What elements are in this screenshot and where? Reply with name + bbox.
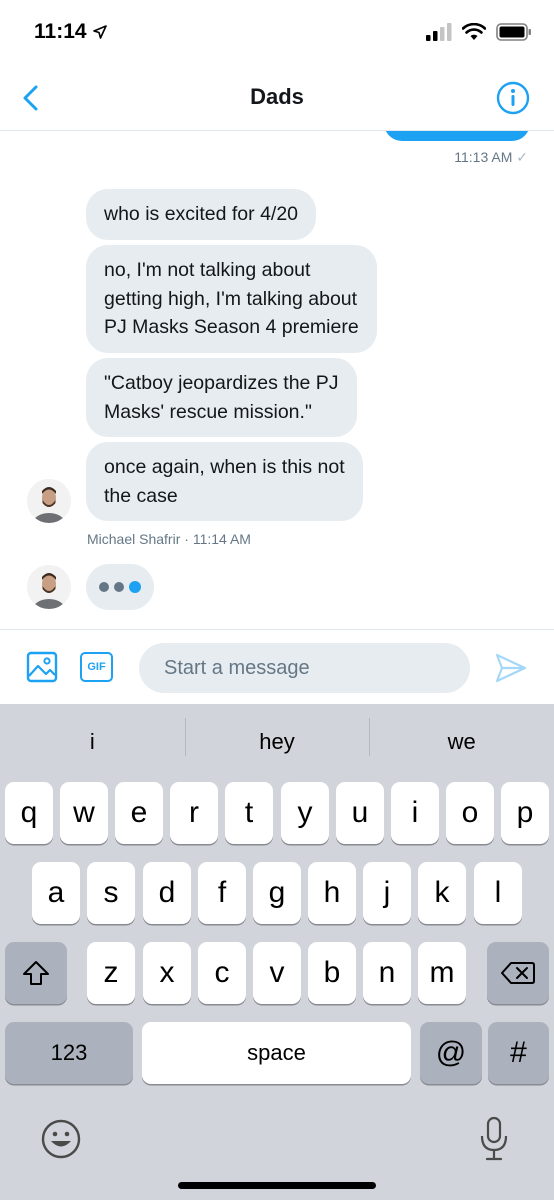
emoji-button[interactable] <box>40 1118 82 1160</box>
typing-dot <box>99 582 109 592</box>
key[interactable]: n <box>363 942 411 1004</box>
info-button[interactable] <box>496 81 530 115</box>
read-check-icon: ✓ <box>516 149 528 165</box>
home-indicator <box>178 1182 376 1189</box>
hash-key[interactable]: # <box>488 1022 549 1084</box>
key[interactable]: x <box>143 942 191 1004</box>
key[interactable]: l <box>474 862 522 924</box>
sent-message-meta: 11:13 AM ✓ <box>454 149 528 166</box>
back-button[interactable] <box>16 82 44 114</box>
suggestion-item[interactable]: hey <box>184 704 370 780</box>
received-message-bubble[interactable]: once again, when is this not the case <box>86 442 363 521</box>
space-key[interactable]: space <box>142 1022 411 1084</box>
message-composer: GIF <box>0 629 554 704</box>
key[interactable]: f <box>198 862 246 924</box>
received-message-bubble[interactable]: no, I'm not talking about getting high, … <box>86 245 377 353</box>
conversation-header: Dads <box>0 64 554 131</box>
status-icons <box>426 23 532 41</box>
conversation-title: Dads <box>250 84 304 109</box>
received-message-bubble[interactable]: "Catboy jeopardizes the PJ Masks' rescue… <box>86 358 357 437</box>
battery-icon <box>496 23 531 41</box>
key[interactable]: d <box>143 862 191 924</box>
keyboard: i hey we q w e r t y u i o p a s d f g h… <box>0 704 554 1200</box>
add-photo-button[interactable] <box>26 651 58 683</box>
send-icon <box>495 653 527 683</box>
key[interactable]: i <box>391 782 439 844</box>
cellular-signal-icon <box>426 23 452 41</box>
space-key-label: space <box>247 1040 306 1065</box>
key[interactable]: v <box>253 942 301 1004</box>
shift-icon <box>23 961 49 985</box>
delete-key[interactable] <box>487 942 549 1004</box>
key[interactable]: o <box>446 782 494 844</box>
gif-button[interactable]: GIF <box>80 652 113 682</box>
key[interactable]: e <box>115 782 163 844</box>
key[interactable]: r <box>170 782 218 844</box>
key[interactable]: w <box>60 782 108 844</box>
key[interactable]: z <box>87 942 135 1004</box>
key[interactable]: k <box>418 862 466 924</box>
sender-time: 11:14 AM <box>192 531 251 547</box>
microphone-icon <box>480 1116 508 1161</box>
sender-name: Michael Shafrir <box>87 531 181 547</box>
send-button[interactable] <box>494 652 528 684</box>
dictation-button[interactable] <box>478 1116 510 1162</box>
backspace-icon <box>501 962 535 984</box>
avatar-image <box>27 479 71 523</box>
typing-indicator <box>86 564 154 610</box>
numbers-key-label: 123 <box>50 1040 88 1065</box>
typing-dot <box>129 581 141 593</box>
image-icon <box>26 651 58 683</box>
suggestion-item[interactable]: i <box>0 704 185 780</box>
chevron-left-icon <box>23 85 38 111</box>
avatar[interactable] <box>27 479 71 523</box>
avatar[interactable] <box>27 565 71 609</box>
emoji-icon <box>41 1119 81 1159</box>
predictive-bar: i hey we <box>0 704 554 780</box>
wifi-icon <box>462 23 486 40</box>
key[interactable]: j <box>363 862 411 924</box>
message-input[interactable] <box>139 643 470 693</box>
avatar-image <box>27 565 71 609</box>
key[interactable]: p <box>501 782 549 844</box>
suggestion-item[interactable]: we <box>369 704 554 780</box>
status-time: 11:14 <box>34 20 87 43</box>
location-arrow-icon <box>92 25 107 39</box>
info-icon <box>496 81 530 115</box>
sent-message-time: 11:13 AM <box>454 149 513 165</box>
key[interactable]: h <box>308 862 356 924</box>
at-key[interactable]: @ <box>420 1022 482 1084</box>
shift-key[interactable] <box>5 942 67 1004</box>
typing-dot <box>114 582 124 592</box>
key[interactable]: q <box>5 782 53 844</box>
message-thread[interactable]: 11:13 AM ✓ who is excited for 4/20 no, I… <box>0 131 554 629</box>
key[interactable]: y <box>281 782 329 844</box>
key[interactable]: s <box>87 862 135 924</box>
key[interactable]: b <box>308 942 356 1004</box>
key[interactable]: g <box>253 862 301 924</box>
status-bar: 11:14 <box>0 0 554 64</box>
status-time-group: 11:14 <box>34 20 107 44</box>
key[interactable]: c <box>198 942 246 1004</box>
key[interactable]: t <box>225 782 273 844</box>
received-message-bubble[interactable]: who is excited for 4/20 <box>86 189 317 240</box>
numbers-key[interactable]: 123 <box>5 1022 133 1084</box>
key[interactable]: m <box>418 942 466 1004</box>
key[interactable]: u <box>336 782 384 844</box>
key[interactable]: a <box>32 862 80 924</box>
sent-message-bubble[interactable] <box>384 131 530 141</box>
message-sender-meta: Michael Shafrir · 11:14 AM <box>87 531 251 547</box>
meta-separator: · <box>184 531 193 547</box>
